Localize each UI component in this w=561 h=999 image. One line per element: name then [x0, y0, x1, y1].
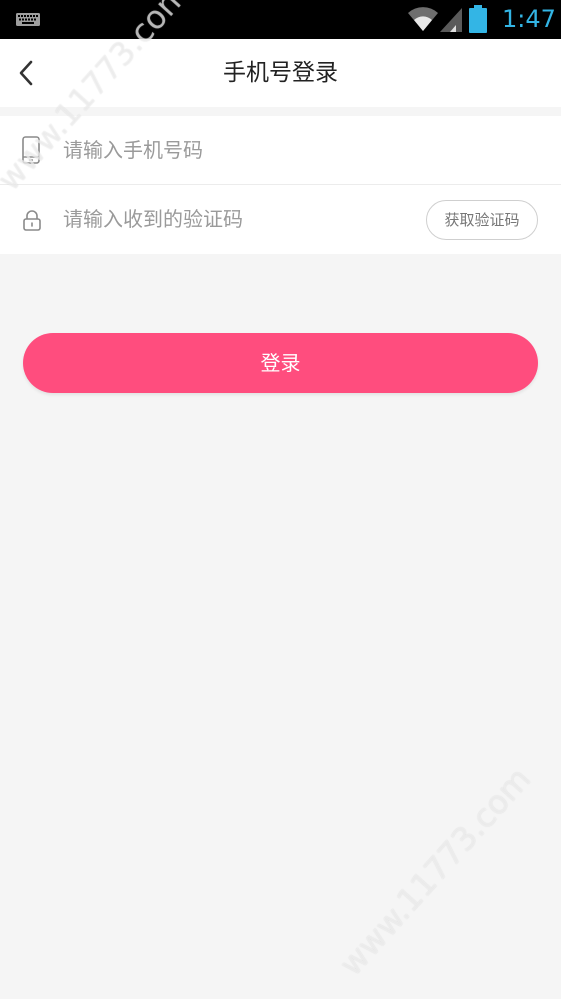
- wifi-icon: [408, 7, 438, 31]
- login-button[interactable]: 登录: [23, 333, 538, 393]
- status-bar: 1:47: [0, 0, 561, 39]
- watermark-bottom: www.11773.com: [331, 759, 539, 983]
- code-input[interactable]: [63, 185, 403, 253]
- phone-icon: [22, 136, 40, 164]
- back-button[interactable]: [10, 53, 44, 93]
- code-row: 获取验证码: [0, 185, 561, 254]
- status-clock: 1:47: [502, 5, 556, 33]
- signal-icon: [440, 8, 462, 32]
- chevron-left-icon: [19, 60, 33, 86]
- battery-icon: [469, 5, 487, 33]
- keyboard-icon: [16, 13, 40, 26]
- get-code-button[interactable]: 获取验证码: [426, 200, 538, 240]
- lock-icon: [23, 210, 41, 231]
- phone-row: [0, 116, 561, 185]
- login-form: 获取验证码: [0, 116, 561, 254]
- page-title: 手机号登录: [223, 60, 338, 86]
- nav-bar: 手机号登录: [0, 39, 561, 107]
- phone-input[interactable]: [63, 116, 533, 184]
